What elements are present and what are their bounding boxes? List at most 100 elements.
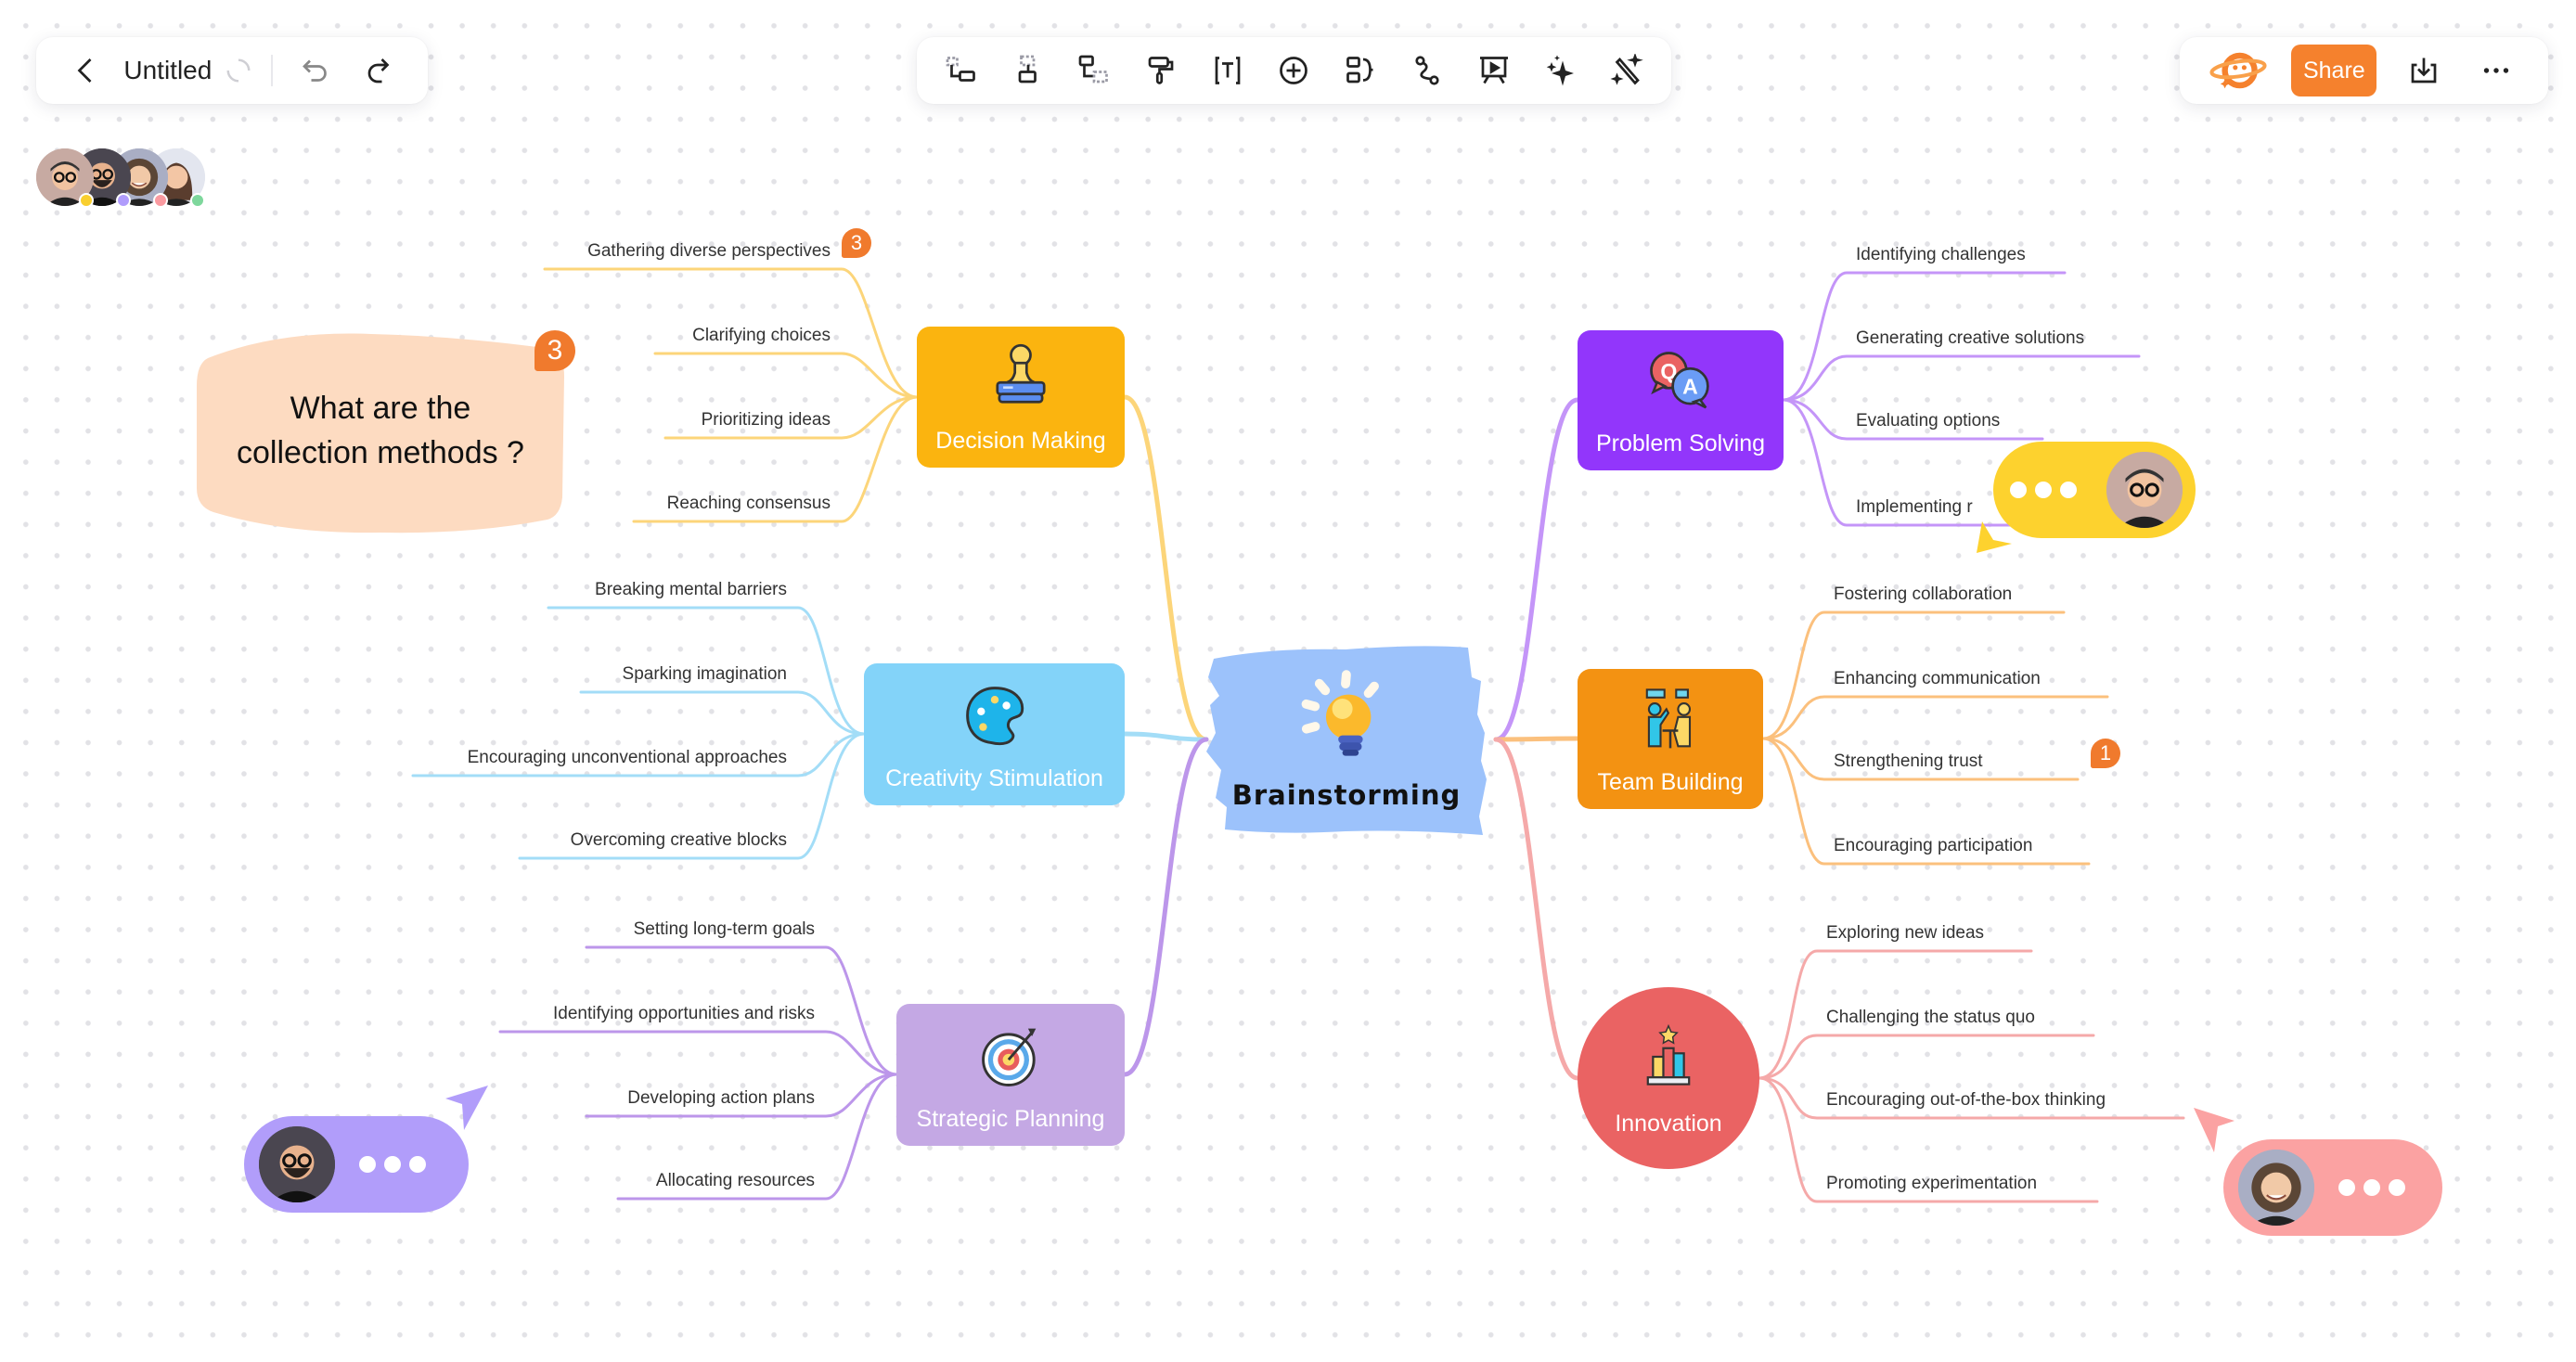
sparkle-icon xyxy=(1546,55,1575,86)
insert-subtopic-icon xyxy=(1018,55,1037,84)
undo-button[interactable] xyxy=(291,45,340,96)
subtopic-label[interactable]: Exploring new ideas xyxy=(1826,923,1984,944)
cursor-pointer-pink-icon xyxy=(2194,1108,2235,1152)
typing-dots-icon xyxy=(2010,482,2077,498)
subtopic-label[interactable]: Identifying challenges xyxy=(1856,245,2026,265)
relationship-button[interactable] xyxy=(1401,45,1453,96)
subtopic-label[interactable]: Setting long-term goals xyxy=(634,919,815,940)
subtopic-label[interactable]: Prioritizing ideas xyxy=(702,410,831,430)
avatar xyxy=(259,1126,335,1202)
topic-label: Strategic Planning xyxy=(916,1106,1105,1132)
share-button[interactable]: Share xyxy=(2291,45,2377,96)
podium-star-icon xyxy=(1646,1023,1691,1086)
subtopic-label[interactable]: Breaking mental barriers xyxy=(595,580,787,600)
central-topic[interactable]: Brainstorming xyxy=(1206,640,1487,839)
stamp-icon xyxy=(996,343,1046,404)
subtopic-connector xyxy=(579,690,866,736)
topic-creativity-stimulation[interactable]: Creativity Stimulation xyxy=(864,663,1125,805)
subtopic-label[interactable]: Developing action plans xyxy=(627,1088,815,1109)
collaborator-typing-bubble-yellow xyxy=(1993,442,2196,538)
more-options-button[interactable] xyxy=(2470,45,2522,96)
subtopic-label[interactable]: Strengthening trust xyxy=(1834,752,1983,772)
status-dot xyxy=(153,193,168,208)
subtopic-label[interactable]: Generating creative solutions xyxy=(1856,328,2084,349)
subtopic-label[interactable]: Fostering collaboration xyxy=(1834,585,2012,605)
topic-innovation[interactable]: Innovation xyxy=(1578,987,1759,1169)
topic-decision-making[interactable]: Decision Making xyxy=(917,327,1125,468)
subtopic-label[interactable]: Clarifying choices xyxy=(692,326,831,346)
subtopic-label[interactable]: Encouraging participation xyxy=(1834,836,2032,856)
collaborator-avatar[interactable] xyxy=(36,148,94,208)
presentation-button[interactable] xyxy=(1468,45,1520,96)
download-icon xyxy=(2411,58,2437,84)
subtopic-label[interactable]: Gathering diverse perspectives xyxy=(587,241,831,262)
download-button[interactable] xyxy=(2398,45,2450,96)
comment-count-badge[interactable]: 3 xyxy=(535,330,575,371)
typing-dots-icon xyxy=(2338,1179,2405,1196)
divider xyxy=(271,55,274,86)
topic-strategic-planning[interactable]: Strategic Planning xyxy=(896,1004,1125,1146)
subtopic-label[interactable]: Reaching consensus xyxy=(667,494,831,514)
insert-sibling-topic-button[interactable] xyxy=(1068,45,1120,96)
light-bulb-icon xyxy=(1301,670,1379,756)
insert-sibling-topic-icon xyxy=(1079,55,1109,84)
paint-roller-icon xyxy=(1148,57,1174,84)
topic-label: Innovation xyxy=(1615,1111,1722,1137)
insert-parent-topic-button[interactable] xyxy=(935,45,987,96)
trunk-connector xyxy=(1493,737,1580,1081)
palette-icon xyxy=(965,687,1024,746)
insert-subtopic-button[interactable] xyxy=(1002,45,1054,96)
document-header: Untitled xyxy=(36,37,428,104)
more-horizontal-icon xyxy=(2483,68,2509,73)
topic-label: Team Building xyxy=(1597,769,1744,795)
topic-team-building[interactable]: Team Building xyxy=(1578,669,1763,809)
status-dot xyxy=(190,193,205,208)
subtopic-label[interactable]: Promoting experimentation xyxy=(1826,1174,2037,1194)
cursor-pointer-purple-icon xyxy=(445,1086,488,1130)
redo-icon xyxy=(367,58,390,84)
back-button[interactable] xyxy=(62,45,110,96)
question-note[interactable]: What are the collection methods ? 3 xyxy=(195,330,575,536)
format-painter-button[interactable] xyxy=(1135,45,1187,96)
subtopic-label[interactable]: Sparking imagination xyxy=(623,664,787,685)
subtopic-label[interactable]: Encouraging out-of-the-box thinking xyxy=(1826,1090,2106,1111)
subtopic-label[interactable]: Overcoming creative blocks xyxy=(571,830,787,851)
summary-button[interactable] xyxy=(1334,45,1386,96)
topic-label: Problem Solving xyxy=(1595,430,1766,456)
redo-button[interactable] xyxy=(354,45,402,96)
status-dot xyxy=(116,193,131,208)
trunk-connector xyxy=(1122,737,1209,1077)
collaborator-avatars xyxy=(36,148,205,210)
document-title[interactable]: Untitled xyxy=(123,56,212,85)
insert-button[interactable] xyxy=(1268,45,1320,96)
status-dot xyxy=(79,193,94,208)
ai-generate-button[interactable] xyxy=(1534,45,1586,96)
cursor-pointer-yellow-icon xyxy=(1977,521,2012,553)
chevron-left-icon xyxy=(77,58,92,83)
text-button[interactable] xyxy=(1202,45,1254,96)
comment-count-badge[interactable]: 3 xyxy=(842,228,871,258)
avatar xyxy=(2106,452,2183,528)
magic-wand-button[interactable] xyxy=(1601,45,1653,96)
collaborator-typing-bubble-pink xyxy=(2223,1139,2442,1236)
subtopic-label[interactable]: Evaluating options xyxy=(1856,411,2000,431)
subtopic-connector xyxy=(653,352,919,399)
comment-count-badge[interactable]: 1 xyxy=(2091,739,2120,768)
topic-problem-solving[interactable]: Q A Problem Solving xyxy=(1578,330,1784,470)
svg-text:A: A xyxy=(1682,375,1698,399)
subtopic-label[interactable]: Encouraging unconventional approaches xyxy=(468,748,787,768)
qa-chat-icon: Q A xyxy=(1650,352,1709,409)
central-topic-label: Brainstorming xyxy=(1231,779,1462,811)
summary-bracket-icon xyxy=(1346,57,1373,84)
trunk-connector xyxy=(1122,731,1209,742)
text-box-icon xyxy=(1215,57,1241,84)
subtopic-label[interactable]: Challenging the status quo xyxy=(1826,1008,2035,1028)
subtopic-label[interactable]: Allocating resources xyxy=(656,1171,815,1191)
subtopic-label[interactable]: Identifying opportunities and risks xyxy=(553,1004,815,1024)
subtopic-label[interactable]: Implementing r xyxy=(1856,497,1973,518)
subtopic-label[interactable]: Enhancing communication xyxy=(1834,669,2041,689)
collaborator-typing-bubble-purple xyxy=(244,1116,469,1213)
subtopic-connector xyxy=(498,1030,898,1076)
ai-assistant-button[interactable] xyxy=(2206,45,2271,96)
presentation-board-icon xyxy=(1479,57,1508,84)
